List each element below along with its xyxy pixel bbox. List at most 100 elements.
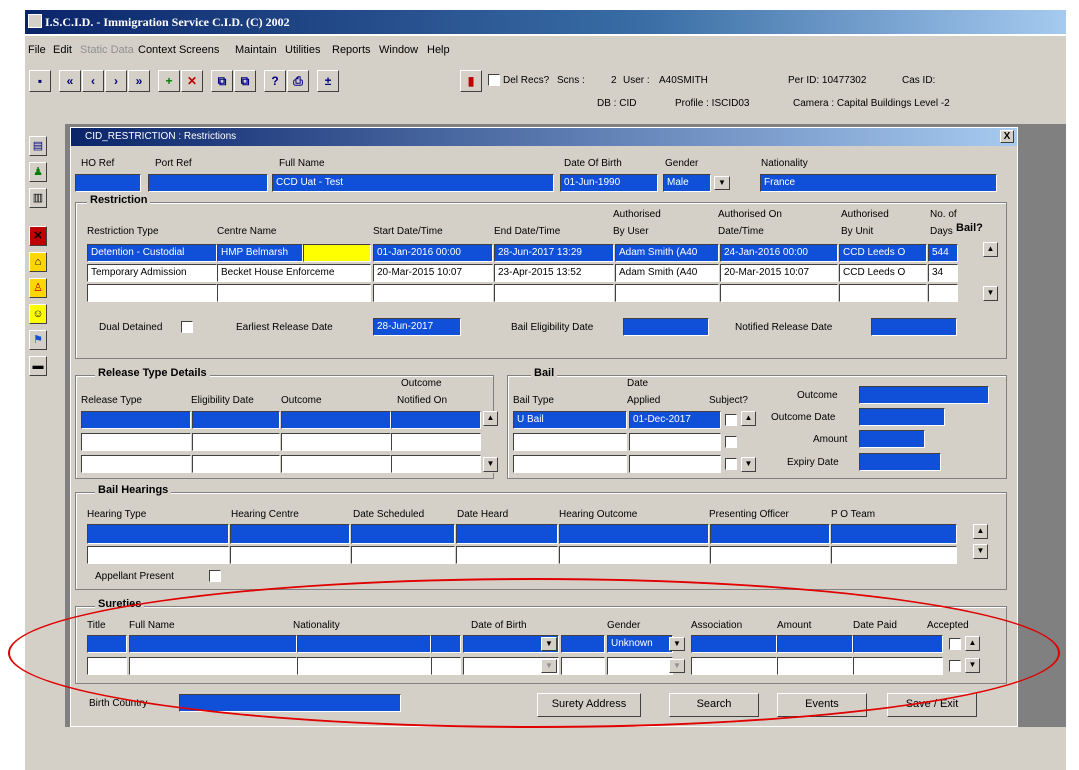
hearing-row2-heard[interactable] xyxy=(456,546,558,564)
save-exit-button[interactable]: Save / Exit xyxy=(887,693,977,717)
bail-row3-applied[interactable] xyxy=(629,455,721,473)
surety-row1-date-paid[interactable] xyxy=(853,635,943,653)
surety-dob-dropdown-icon[interactable]: ▼ xyxy=(541,637,557,651)
row2-days[interactable]: 34 xyxy=(928,264,958,282)
surety-row2-accepted-checkbox[interactable] xyxy=(949,660,961,672)
hearing-row1-centre[interactable] xyxy=(230,524,350,544)
hearing-row2-outcome[interactable] xyxy=(559,546,709,564)
gender-dropdown-icon[interactable]: ▼ xyxy=(714,176,730,190)
release-row3-notified[interactable] xyxy=(391,455,481,473)
surety-row1-gender[interactable]: Unknown xyxy=(607,635,673,653)
print-icon[interactable]: ⎙ xyxy=(287,70,309,92)
person-icon[interactable]: ♟ xyxy=(29,162,47,182)
ho-ref-field[interactable] xyxy=(75,174,141,192)
bail-scrollbar[interactable]: ▲ ▼ xyxy=(741,411,757,473)
release-scrollbar[interactable]: ▲ ▼ xyxy=(483,411,499,473)
surety-gender-dropdown-icon[interactable]: ▼ xyxy=(669,637,685,651)
row1-centre-name-highlight[interactable] xyxy=(303,244,371,262)
surety-row2-amount[interactable] xyxy=(777,657,853,675)
scroll-down-icon[interactable]: ▼ xyxy=(973,544,988,559)
export-icon[interactable]: ± xyxy=(317,70,339,92)
scroll-up-icon[interactable]: ▲ xyxy=(483,411,498,426)
row3-end-date[interactable] xyxy=(494,284,614,302)
hearing-row2-team[interactable] xyxy=(831,546,957,564)
surety-dob-dropdown-icon[interactable]: ▼ xyxy=(541,659,557,673)
row1-centre-name[interactable]: HMP Belmarsh xyxy=(217,244,303,262)
row3-days[interactable] xyxy=(928,284,958,302)
surety-row2-name[interactable] xyxy=(129,657,297,675)
menu-edit[interactable]: Edit xyxy=(53,44,72,56)
port-ref-field[interactable] xyxy=(148,174,268,192)
row3-start-date[interactable] xyxy=(373,284,493,302)
row2-authorised-on[interactable]: 20-Mar-2015 10:07 xyxy=(720,264,838,282)
bail-outcome-field[interactable] xyxy=(859,386,989,404)
hearing-row1-type[interactable] xyxy=(87,524,229,544)
copy-icon[interactable]: ⧉ xyxy=(211,70,233,92)
release-row2-notified[interactable] xyxy=(391,433,481,451)
row2-end-date[interactable]: 23-Apr-2015 13:52 xyxy=(494,264,614,282)
bail-row1-type[interactable]: U Bail xyxy=(513,411,627,429)
scroll-up-icon[interactable]: ▲ xyxy=(965,636,980,651)
menu-file[interactable]: File xyxy=(28,44,46,56)
figure-icon[interactable]: ♙ xyxy=(29,278,47,298)
nationality-field[interactable]: France xyxy=(760,174,997,192)
scroll-down-icon[interactable]: ▼ xyxy=(483,457,498,472)
prev-record-icon[interactable]: ‹ xyxy=(82,70,104,92)
delete-record-icon[interactable]: ✕ xyxy=(181,70,203,92)
surety-row2-gender[interactable] xyxy=(607,657,673,675)
release-row3-elig[interactable] xyxy=(192,455,280,473)
menu-maintain[interactable]: Maintain xyxy=(235,44,277,56)
hearing-row1-team[interactable] xyxy=(831,524,957,544)
surety-row2-association[interactable] xyxy=(691,657,777,675)
menu-static-data[interactable]: Static Data xyxy=(80,44,134,56)
menu-reports[interactable]: Reports xyxy=(332,44,371,56)
scroll-down-icon[interactable]: ▼ xyxy=(965,658,980,673)
vehicle-icon[interactable]: ▬ xyxy=(29,356,47,376)
surety-row2-date-paid[interactable] xyxy=(853,657,943,675)
row1-by-unit[interactable]: CCD Leeds O xyxy=(839,244,927,262)
surety-row1-extra[interactable] xyxy=(561,635,605,653)
release-row1-notified[interactable] xyxy=(391,411,481,429)
hearings-scrollbar[interactable]: ▲ ▼ xyxy=(973,524,989,564)
release-row2-type[interactable] xyxy=(81,433,191,451)
surety-address-button[interactable]: Surety Address xyxy=(537,693,641,717)
exit-icon[interactable]: ▮ xyxy=(460,70,482,92)
first-record-icon[interactable]: « xyxy=(59,70,81,92)
birth-country-field[interactable] xyxy=(179,694,401,712)
bail-amount-field[interactable] xyxy=(859,430,925,448)
bail-row2-type[interactable] xyxy=(513,433,627,451)
surety-gender-dropdown-icon[interactable]: ▼ xyxy=(669,659,685,673)
scroll-down-icon[interactable]: ▼ xyxy=(741,457,756,472)
surety-row1-association[interactable] xyxy=(691,635,777,653)
earliest-release-field[interactable]: 28-Jun-2017 xyxy=(373,318,461,336)
row3-authorised-on[interactable] xyxy=(720,284,838,302)
surety-row1-nationality[interactable] xyxy=(297,635,431,653)
close-icon[interactable]: X xyxy=(1000,130,1014,143)
full-name-field[interactable]: CCD Uat - Test xyxy=(272,174,554,192)
row1-authorised-on[interactable]: 24-Jan-2016 00:00 xyxy=(720,244,838,262)
notified-release-field[interactable] xyxy=(871,318,957,336)
release-row1-elig[interactable] xyxy=(192,411,280,429)
release-row2-outcome[interactable] xyxy=(281,433,391,451)
scroll-up-icon[interactable]: ▲ xyxy=(741,411,756,426)
restriction-scrollbar[interactable]: ▲ ▼ xyxy=(983,242,999,302)
row3-by-user[interactable] xyxy=(615,284,719,302)
dob-field[interactable]: 01-Jun-1990 xyxy=(560,174,658,192)
gender-field[interactable]: Male xyxy=(663,174,711,192)
hearing-row1-officer[interactable] xyxy=(710,524,830,544)
del-recs-checkbox[interactable] xyxy=(488,74,500,86)
hearing-row2-centre[interactable] xyxy=(230,546,350,564)
menu-window[interactable]: Window xyxy=(379,44,418,56)
surety-row1-nat2[interactable] xyxy=(431,635,461,653)
release-row3-outcome[interactable] xyxy=(281,455,391,473)
row1-restriction-type[interactable]: Detention - Custodial xyxy=(87,244,217,262)
surety-row1-accepted-checkbox[interactable] xyxy=(949,638,961,650)
bail-eligibility-field[interactable] xyxy=(623,318,709,336)
row3-restriction-type[interactable] xyxy=(87,284,217,302)
surety-row1-amount[interactable] xyxy=(777,635,853,653)
bail-row2-subject-checkbox[interactable] xyxy=(725,436,737,448)
hearing-row1-scheduled[interactable] xyxy=(351,524,455,544)
surety-row2-extra[interactable] xyxy=(561,657,605,675)
hearing-row2-type[interactable] xyxy=(87,546,229,564)
hearing-row1-outcome[interactable] xyxy=(559,524,709,544)
